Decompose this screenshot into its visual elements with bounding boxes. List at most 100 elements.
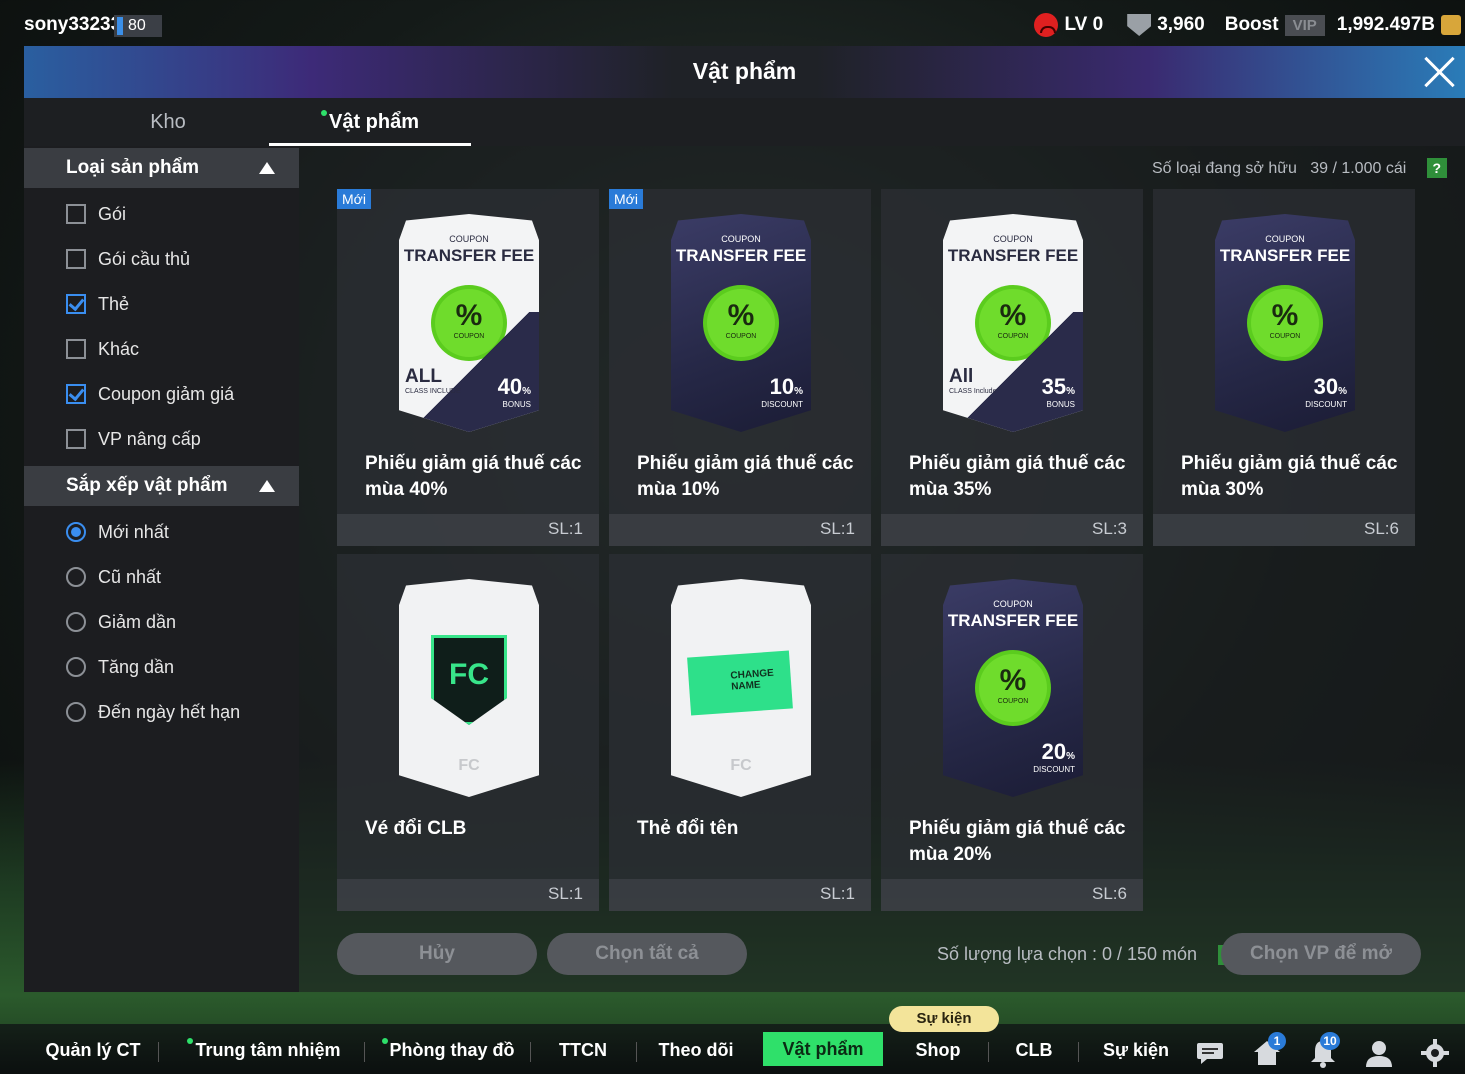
tab-vat-pham[interactable]: Vật phẩm [269, 98, 471, 146]
percent-seal-icon: % COUPON [707, 289, 775, 357]
collapse-arrow-icon [259, 162, 275, 174]
checkbox[interactable] [66, 249, 86, 269]
bell-notification-badge: 10 [1320, 1032, 1340, 1050]
radio[interactable] [66, 657, 86, 677]
nav-su-kien[interactable]: Sự kiện [1090, 1024, 1182, 1068]
filter-goi[interactable]: Gói [66, 199, 126, 229]
filter-khac[interactable]: Khác [66, 334, 139, 364]
seal-text: COUPON [997, 333, 1029, 340]
nav-divider [988, 1042, 989, 1062]
item-quantity: SL:1 [820, 884, 855, 903]
item-card[interactable]: FC FC Vé đổi CLB SL:1 [337, 554, 599, 911]
owned-count: Số loại đang sở hữu 39 / 1.000 cái ? [1152, 158, 1447, 178]
settings-gear-icon[interactable] [1420, 1038, 1450, 1068]
checkbox[interactable] [66, 339, 86, 359]
fc-logo-icon: FC [458, 757, 480, 774]
nav-quan-ly-ct[interactable]: Quản lý CT [40, 1024, 146, 1068]
selection-count: Số lượng lựa chọn : 0 / 150 món ? [937, 944, 1239, 965]
filter-label: Gói [98, 203, 127, 224]
event-pill[interactable]: Sự kiện [889, 1006, 999, 1032]
close-icon[interactable] [1423, 56, 1455, 88]
sort-section-header[interactable]: Sắp xếp vật phẩm [24, 466, 299, 506]
ticket-text: CHANGE NAME [730, 667, 775, 693]
open-item-button[interactable]: Chọn VP để mở [1221, 933, 1421, 975]
sort-newest[interactable]: Mới nhất [66, 517, 169, 547]
filter-coupon[interactable]: Coupon giảm giá [66, 379, 234, 409]
item-card[interactable]: Mới COUPON TRANSFER FEE% COUPON 40% BONUS ALL C… [337, 189, 599, 546]
item-quantity: SL:6 [1364, 519, 1399, 538]
item-card[interactable]: CHANGE NAME FC Thẻ đổi tên SL:1 [609, 554, 871, 911]
item-card[interactable]: Mới COUPON TRANSFER FEE% COUPON 10% DISCOUNT P… [609, 189, 871, 546]
item-footer: SL:1 [609, 879, 871, 911]
nav-phong-thay-do[interactable]: Phòng thay đồ [380, 1024, 516, 1068]
all-sub-text: CLASS INCLUDE [405, 388, 461, 395]
owned-value: 39 / 1.000 cái [1310, 160, 1407, 177]
checkbox[interactable] [66, 429, 86, 449]
currency-area: LV 0 3,960 Boost VIP 1,992.497B [1034, 10, 1465, 40]
coupon-title: TRANSFER FEE [947, 246, 1079, 265]
nav-clb[interactable]: CLB [996, 1024, 1072, 1068]
item-name: Thẻ đổi tên [637, 818, 739, 839]
radio-selected[interactable] [66, 522, 86, 542]
nav-vat-pham[interactable]: Vật phẩm [763, 1032, 883, 1066]
tab-bar: Kho Vật phẩm [24, 98, 1465, 146]
item-footer: SL:1 [337, 514, 599, 546]
vip-badge[interactable]: VIP [1284, 14, 1325, 36]
nav-divider [636, 1042, 637, 1062]
item-card[interactable]: COUPON TRANSFER FEE% COUPON 35% BONUS All CLAS… [881, 189, 1143, 546]
percent-sub: BONUS [1046, 400, 1075, 409]
sort-oldest[interactable]: Cũ nhất [66, 562, 161, 592]
sort-asc[interactable]: Tăng dần [66, 652, 174, 682]
filter-label: Khác [98, 338, 140, 359]
checkbox[interactable] [66, 204, 86, 224]
filter-the[interactable]: Thẻ [66, 289, 129, 319]
checkbox-checked[interactable] [66, 384, 86, 404]
item-image: COUPON TRANSFER FEE% COUPON 40% BONUS ALL CLAS… [399, 214, 539, 432]
sort-label: Giảm dần [98, 611, 177, 632]
percent-number: 35 [1041, 374, 1067, 399]
percent-number: 40 [497, 374, 523, 399]
radio[interactable] [66, 567, 86, 587]
cancel-button[interactable]: Hủy [337, 933, 537, 975]
item-footer: SL:6 [1153, 514, 1415, 546]
tab-kho[interactable]: Kho [68, 98, 268, 146]
percent-sub: DISCOUNT [761, 400, 803, 409]
percent-sub: DISCOUNT [1033, 765, 1075, 774]
radio[interactable] [66, 612, 86, 632]
filter-label: Coupon giảm giá [98, 383, 235, 404]
filter-vp-nang-cap[interactable]: VP nâng cấp [66, 424, 201, 454]
percent-unit: % [1066, 751, 1075, 762]
item-image: CHANGE NAME FC [671, 579, 811, 797]
fc-logo-icon: FC [730, 757, 752, 774]
radio[interactable] [66, 702, 86, 722]
filter-goi-cau-thu[interactable]: Gói cầu thủ [66, 244, 190, 274]
item-card[interactable]: COUPON TRANSFER FEE% COUPON 30% DISCOUNT Phiế… [1153, 189, 1415, 546]
category-section-header[interactable]: Loại sản phẩm [24, 148, 299, 188]
percent-value: 35% BONUS [1042, 374, 1075, 409]
sort-desc[interactable]: Giảm dần [66, 607, 176, 637]
chat-icon[interactable] [1195, 1038, 1225, 1068]
level-badge: 80 [114, 15, 162, 37]
nav-ttcn[interactable]: TTCN [540, 1024, 626, 1068]
select-all-button[interactable]: Chọn tất cả [547, 933, 747, 975]
new-badge: Mới [337, 189, 371, 209]
nav-divider [364, 1042, 365, 1062]
item-quantity: SL:6 [1092, 884, 1127, 903]
checkbox-checked[interactable] [66, 294, 86, 314]
seal-text: COUPON [725, 333, 757, 340]
item-image: COUPON TRANSFER FEE% COUPON 20% DISCOUNT [943, 579, 1083, 797]
nav-trung-tam-nhiem-vu[interactable]: Trung tâm nhiệm vụ [176, 1024, 352, 1068]
home-notification-badge: 1 [1268, 1032, 1286, 1050]
percent-number: 30 [1313, 374, 1339, 399]
boost-label[interactable]: Boost [1225, 14, 1279, 36]
item-card[interactable]: COUPON TRANSFER FEE% COUPON 20% DISCOUNT Phiế… [881, 554, 1143, 911]
shield-icon [1127, 14, 1152, 36]
sort-label: Đến ngày hết hạn [98, 701, 241, 722]
nav-theo-doi[interactable]: Theo dõi [646, 1024, 746, 1068]
item-name: Phiếu giảm giá thuế các mùa 35% [909, 453, 1126, 500]
sort-expiry[interactable]: Đến ngày hết hạn [66, 697, 240, 727]
percent-value: 10% DISCOUNT [761, 374, 803, 409]
coupon-title: TRANSFER FEE [947, 611, 1079, 630]
profile-icon[interactable] [1364, 1038, 1394, 1068]
help-icon[interactable]: ? [1426, 158, 1447, 178]
